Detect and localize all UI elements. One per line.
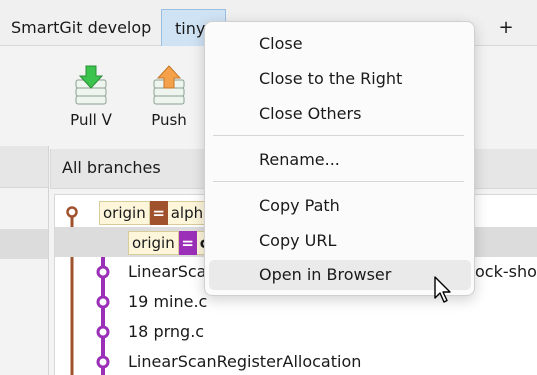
push-button[interactable]: Push [144, 64, 194, 129]
tab-context-menu: Close Close to the Right Close Others Re… [204, 21, 475, 296]
menu-item-close-others[interactable]: Close Others [209, 99, 471, 129]
commit-message-overflow: ock-shou [475, 262, 537, 281]
menu-item-copy-path[interactable]: Copy Path [209, 191, 471, 221]
graph-row[interactable]: 18 prng.c [55, 317, 537, 347]
commit-message: 18 prng.c [128, 322, 205, 341]
branches-header-label: All branches [62, 158, 161, 177]
push-icon [153, 65, 185, 105]
commit-message: LinearScanRegisterAllocation [128, 352, 362, 371]
branch-ref[interactable]: origin = alpha [99, 200, 217, 225]
left-panel-selected-row[interactable] [0, 229, 48, 259]
menu-item-close[interactable]: Close [209, 29, 471, 59]
menu-item-close-to-the-right[interactable]: Close to the Right [209, 64, 471, 94]
pull-label: Pull ᐯ [70, 111, 112, 129]
pull-button[interactable]: Pull ᐯ [66, 64, 116, 129]
menu-separator [213, 181, 464, 182]
ref-equal-icon: = [149, 200, 168, 225]
left-panel-header [0, 146, 48, 188]
menu-item-rename[interactable]: Rename... [209, 145, 471, 175]
commit-message: 19 mine.c [128, 292, 208, 311]
push-label: Push [151, 111, 187, 129]
mouse-pointer-icon [434, 276, 451, 303]
menu-item-open-in-browser[interactable]: Open in Browser [209, 260, 471, 290]
add-tab-button[interactable]: + [496, 9, 516, 47]
ref-equal-icon: = [178, 230, 197, 255]
tab-smartgit-develop[interactable]: SmartGit develop [0, 9, 161, 47]
menu-separator [213, 135, 464, 136]
ref-remote-name: origin [99, 200, 150, 225]
pull-icon [75, 65, 107, 105]
graph-row[interactable]: LinearScanRegisterAllocation [55, 347, 537, 375]
ref-remote-name: origin [128, 230, 179, 255]
branch-ref[interactable]: origin = c [128, 230, 213, 255]
menu-item-copy-url[interactable]: Copy URL [209, 226, 471, 256]
left-panel [0, 146, 49, 375]
